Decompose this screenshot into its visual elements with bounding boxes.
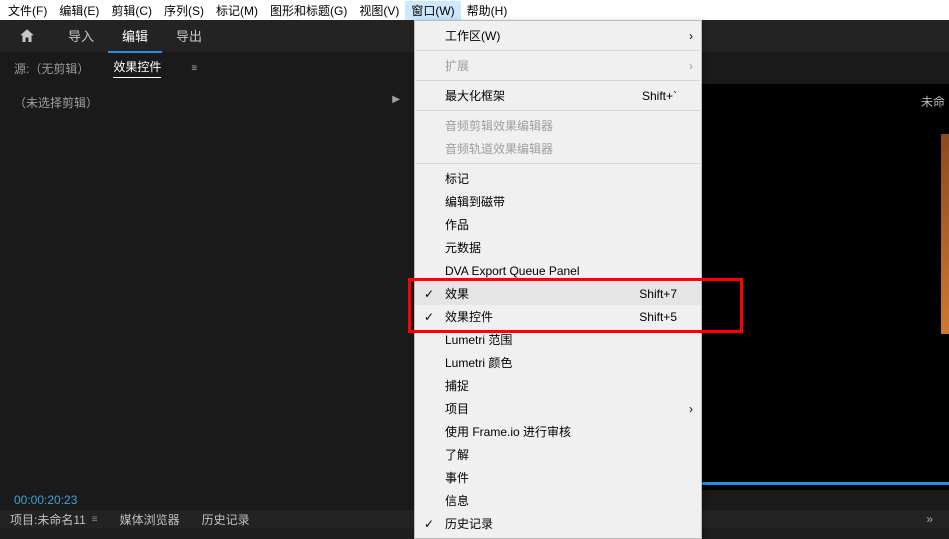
menu-item-work[interactable]: 作品: [415, 213, 701, 236]
shortcut-label: Shift+5: [639, 310, 693, 324]
menu-item-events[interactable]: 事件: [415, 466, 701, 489]
chevron-right-icon: ›: [689, 59, 693, 73]
menu-item-marker[interactable]: 标记: [415, 167, 701, 190]
menu-separator: [416, 163, 700, 164]
menu-item-audioclipfx: 音频剪辑效果编辑器: [415, 114, 701, 137]
tab-edit[interactable]: 编辑: [108, 20, 162, 53]
check-icon: ✓: [424, 517, 434, 531]
panel-menu-icon[interactable]: ≡: [191, 63, 197, 74]
menu-item-extend: 扩展›: [415, 54, 701, 77]
menu-item-frameio[interactable]: 使用 Frame.io 进行审核: [415, 420, 701, 443]
menu-separator: [416, 110, 700, 111]
menubar: 文件(F) 编辑(E) 剪辑(C) 序列(S) 标记(M) 图形和标题(G) 视…: [0, 0, 949, 20]
check-icon: ✓: [424, 310, 434, 324]
preview-strip: [941, 134, 949, 334]
menu-separator: [416, 80, 700, 81]
menu-clip[interactable]: 剪辑(C): [105, 1, 158, 20]
shortcut-label: Shift+7: [639, 287, 693, 301]
more-icon[interactable]: »: [926, 512, 933, 526]
panel-tab-source[interactable]: 源:（无剪辑）: [14, 60, 89, 77]
menu-item-audiotrackfx: 音频轨道效果编辑器: [415, 137, 701, 160]
menu-file[interactable]: 文件(F): [2, 1, 53, 20]
effect-controls-panel: （未选择剪辑） ▶: [0, 84, 414, 490]
menu-item-effects[interactable]: ✓ 效果Shift+7: [415, 282, 701, 305]
menu-item-learn[interactable]: 了解: [415, 443, 701, 466]
menu-sequence[interactable]: 序列(S): [158, 1, 210, 20]
menu-item-history[interactable]: ✓ 历史记录: [415, 512, 701, 535]
menu-item-maxframe[interactable]: 最大化框架Shift+`: [415, 84, 701, 107]
chevron-right-icon: ›: [689, 29, 693, 43]
menu-edit[interactable]: 编辑(E): [53, 1, 105, 20]
menu-item-capture[interactable]: 捕捉: [415, 374, 701, 397]
bottom-tab-browser[interactable]: 媒体浏览器: [120, 511, 180, 528]
no-clip-label: （未选择剪辑）: [14, 96, 98, 110]
menu-separator: [416, 50, 700, 51]
menu-item-lumetricolor[interactable]: Lumetri 颜色: [415, 351, 701, 374]
collapse-icon[interactable]: ▶: [392, 94, 400, 105]
check-icon: ✓: [424, 287, 434, 301]
home-icon[interactable]: [10, 20, 44, 52]
menu-view[interactable]: 视图(V): [353, 1, 405, 20]
window-menu-dropdown: 工作区(W)› 扩展› 最大化框架Shift+` 音频剪辑效果编辑器 音频轨道效…: [414, 20, 702, 539]
workspace-tabs: 导入 编辑 导出: [54, 20, 216, 53]
tab-import[interactable]: 导入: [54, 20, 108, 53]
menu-marker[interactable]: 标记(M): [210, 1, 264, 20]
menu-item-project[interactable]: 项目›: [415, 397, 701, 420]
menu-item-workspace[interactable]: 工作区(W)›: [415, 24, 701, 47]
bottom-tab-project[interactable]: 项目:未命名11≡: [10, 511, 98, 528]
menu-help[interactable]: 帮助(H): [461, 1, 514, 20]
hamburger-icon[interactable]: ≡: [92, 514, 98, 525]
panel-tab-effectcontrols[interactable]: 效果控件: [113, 58, 161, 78]
chevron-right-icon: ›: [689, 402, 693, 416]
bottom-tab-history[interactable]: 历史记录: [202, 511, 250, 528]
menu-graphics[interactable]: 图形和标题(G): [264, 1, 353, 20]
menu-item-lumetriscope[interactable]: Lumetri 范围: [415, 328, 701, 351]
tab-export[interactable]: 导出: [162, 20, 216, 53]
shortcut-label: Shift+`: [642, 89, 693, 103]
menu-window[interactable]: 窗口(W): [405, 1, 460, 20]
timecode[interactable]: 00:00:20:23: [14, 493, 77, 507]
menu-item-metadata[interactable]: 元数据: [415, 236, 701, 259]
menu-item-effectcontrols[interactable]: ✓ 效果控件Shift+5: [415, 305, 701, 328]
menu-item-dva[interactable]: DVA Export Queue Panel: [415, 259, 701, 282]
menu-item-edittotape[interactable]: 编辑到磁带: [415, 190, 701, 213]
menu-item-info[interactable]: 信息: [415, 489, 701, 512]
program-title: 未命: [921, 93, 945, 110]
